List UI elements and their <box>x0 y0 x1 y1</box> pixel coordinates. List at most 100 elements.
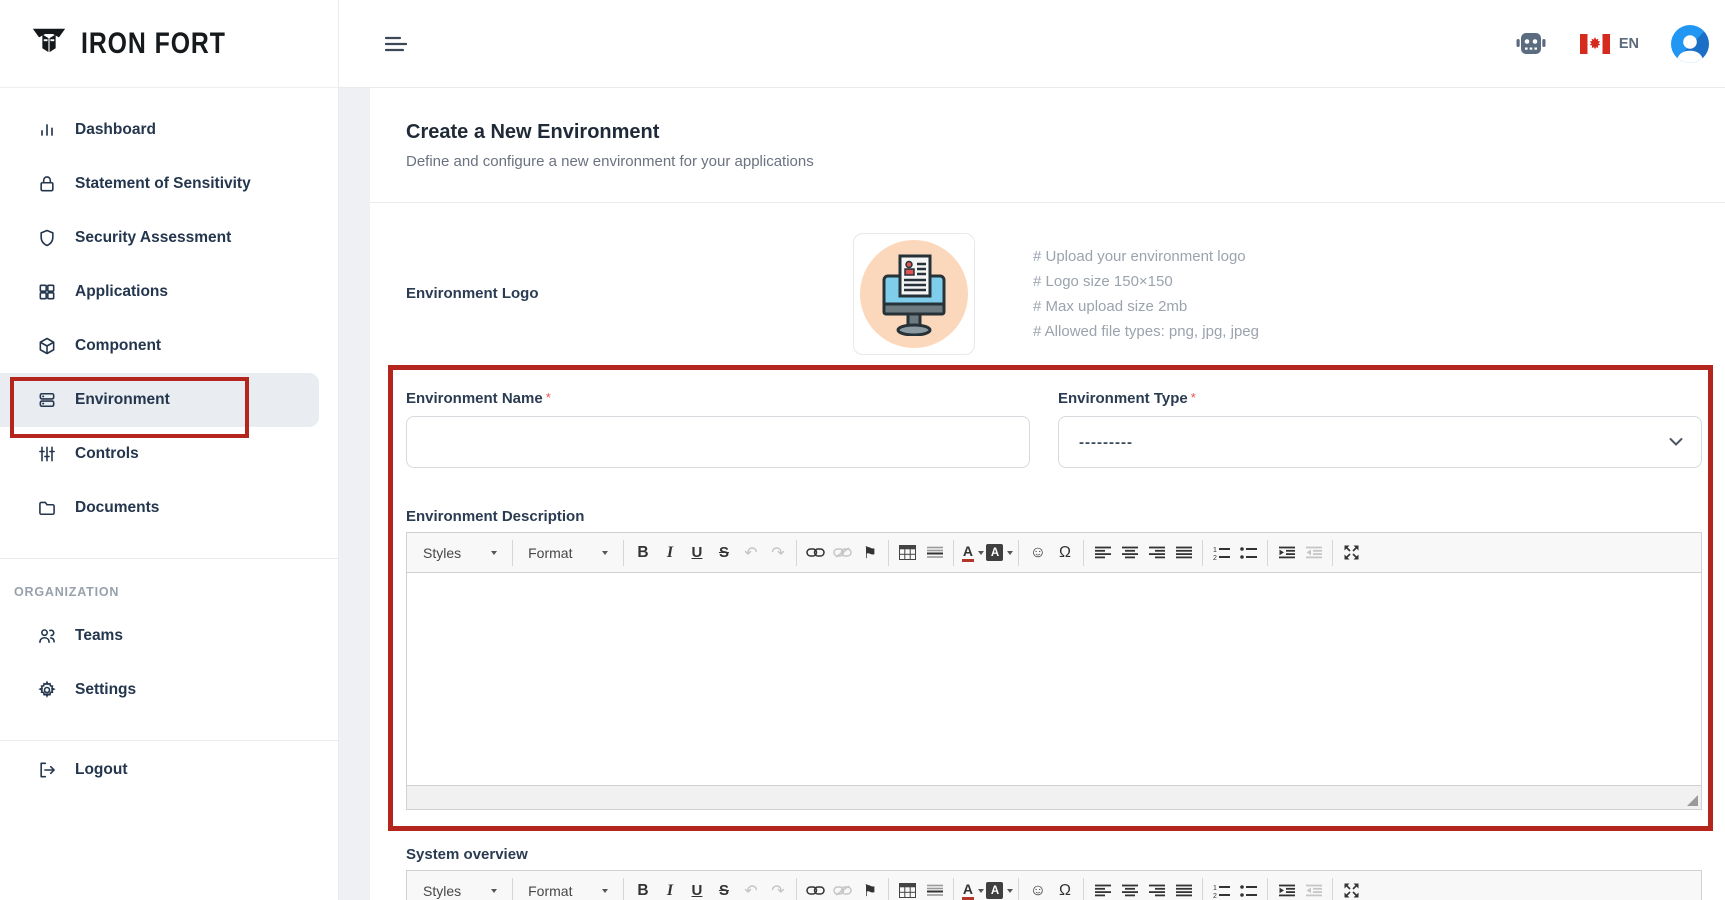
bold-button[interactable]: B <box>629 876 656 900</box>
editor-toolbar: Styles Format B I U S ↶ ↷ ⚑ A A <box>407 871 1701 900</box>
strikethrough-button[interactable]: S <box>710 876 737 900</box>
bullet-list-button[interactable] <box>1235 538 1262 568</box>
unlink-button[interactable] <box>829 876 856 900</box>
indent-icon <box>1279 546 1295 559</box>
sidebar-toggle-button[interactable] <box>385 35 407 53</box>
sidebar-item-applications[interactable]: Applications <box>0 265 338 319</box>
chevron-down-icon <box>491 551 497 555</box>
environment-description-field: Environment Description Styles Format B … <box>406 508 1702 810</box>
horizontal-line-button[interactable] <box>921 538 948 568</box>
outdent-button[interactable] <box>1300 538 1327 568</box>
environment-name-input[interactable] <box>406 416 1030 468</box>
underline-button[interactable]: U <box>683 876 710 900</box>
sidebar-item-statement-of-sensitivity[interactable]: Statement of Sensitivity <box>0 157 338 211</box>
sidebar-item-teams[interactable]: Teams <box>0 609 338 663</box>
system-overview-label: System overview <box>406 846 1702 863</box>
styles-dropdown-label: Styles <box>423 883 461 899</box>
background-color-button[interactable]: A <box>986 538 1013 568</box>
sidebar-divider <box>0 740 338 741</box>
description-editor-content[interactable] <box>407 573 1701 785</box>
insert-table-button[interactable] <box>894 876 921 900</box>
chatbot-button[interactable] <box>1514 30 1548 58</box>
special-character-button[interactable]: Ω <box>1051 876 1078 900</box>
cube-icon <box>36 335 58 357</box>
toolbar-separator <box>796 878 797 900</box>
redo-button[interactable]: ↷ <box>764 876 791 900</box>
numbered-list-button[interactable]: 12 <box>1208 876 1235 900</box>
sidebar-item-documents[interactable]: Documents <box>0 481 338 535</box>
logo-upload-button[interactable] <box>853 233 975 355</box>
align-right-button[interactable] <box>1143 538 1170 568</box>
sidebar-item-component[interactable]: Component <box>0 319 338 373</box>
strikethrough-button[interactable]: S <box>710 538 737 568</box>
insert-table-button[interactable] <box>894 538 921 568</box>
table-icon <box>899 883 916 898</box>
sidebar-item-label: Teams <box>75 627 123 645</box>
maximize-icon <box>1344 545 1359 560</box>
anchor-flag-button[interactable]: ⚑ <box>856 538 883 568</box>
sidebar-item-label: Controls <box>75 445 139 463</box>
required-asterisk: * <box>1191 390 1196 405</box>
text-color-button[interactable]: A <box>959 538 986 568</box>
special-character-button[interactable]: Ω <box>1051 538 1078 568</box>
align-left-button[interactable] <box>1089 538 1116 568</box>
justify-button[interactable] <box>1170 538 1197 568</box>
styles-dropdown[interactable]: Styles <box>413 876 507 900</box>
italic-button[interactable]: I <box>656 876 683 900</box>
align-right-button[interactable] <box>1143 876 1170 900</box>
anchor-flag-button[interactable]: ⚑ <box>856 876 883 900</box>
align-left-button[interactable] <box>1089 876 1116 900</box>
indent-button[interactable] <box>1273 876 1300 900</box>
outdent-button[interactable] <box>1300 876 1327 900</box>
link-button[interactable] <box>802 876 829 900</box>
smiley-button[interactable]: ☺ <box>1024 538 1051 568</box>
justify-button[interactable] <box>1170 876 1197 900</box>
styles-dropdown[interactable]: Styles <box>413 538 507 568</box>
environment-type-select[interactable]: --------- <box>1058 416 1702 468</box>
sidebar-item-logout[interactable]: Logout <box>0 743 338 797</box>
maximize-button[interactable] <box>1338 538 1365 568</box>
toolbar-separator <box>1018 540 1019 566</box>
brand[interactable]: IRON FORT <box>0 0 338 88</box>
horizontal-line-button[interactable] <box>921 876 948 900</box>
background-color-button[interactable]: A <box>986 876 1013 900</box>
users-icon <box>36 625 58 647</box>
chevron-down-icon <box>1007 889 1013 893</box>
sidebar-item-dashboard[interactable]: Dashboard <box>0 103 338 157</box>
toolbar-separator <box>1083 540 1084 566</box>
sidebar-item-settings[interactable]: Settings <box>0 663 338 717</box>
align-center-button[interactable] <box>1116 538 1143 568</box>
numbered-list-button[interactable]: 12 <box>1208 538 1235 568</box>
sidebar-item-environment[interactable]: Environment <box>0 373 319 427</box>
toolbar-separator <box>623 878 624 900</box>
bold-button[interactable]: B <box>629 538 656 568</box>
hint-line: # Upload your environment logo <box>1033 244 1259 269</box>
redo-button[interactable]: ↷ <box>764 538 791 568</box>
bullet-list-button[interactable] <box>1235 876 1262 900</box>
format-dropdown-label: Format <box>528 545 572 561</box>
text-color-button[interactable]: A <box>959 876 986 900</box>
undo-button[interactable]: ↶ <box>737 876 764 900</box>
sidebar-item-label: Documents <box>75 499 159 517</box>
outdent-icon <box>1306 884 1322 897</box>
italic-button[interactable]: I <box>656 538 683 568</box>
toolbar-separator <box>1267 878 1268 900</box>
link-button[interactable] <box>802 538 829 568</box>
table-icon <box>899 545 916 560</box>
format-dropdown[interactable]: Format <box>518 876 618 900</box>
organization-section-label: ORGANIZATION <box>14 585 338 599</box>
undo-button[interactable]: ↶ <box>737 538 764 568</box>
smiley-button[interactable]: ☺ <box>1024 876 1051 900</box>
sidebar-item-security-assessment[interactable]: Security Assessment <box>0 211 338 265</box>
maximize-button[interactable] <box>1338 876 1365 900</box>
editor-resize-handle[interactable] <box>1687 795 1698 806</box>
svg-text:2: 2 <box>1213 893 1217 898</box>
underline-button[interactable]: U <box>683 538 710 568</box>
format-dropdown[interactable]: Format <box>518 538 618 568</box>
indent-button[interactable] <box>1273 538 1300 568</box>
language-switcher[interactable]: EN <box>1580 34 1639 54</box>
align-center-button[interactable] <box>1116 876 1143 900</box>
sidebar-item-controls[interactable]: Controls <box>0 427 338 481</box>
user-avatar[interactable] <box>1671 25 1709 63</box>
unlink-button[interactable] <box>829 538 856 568</box>
